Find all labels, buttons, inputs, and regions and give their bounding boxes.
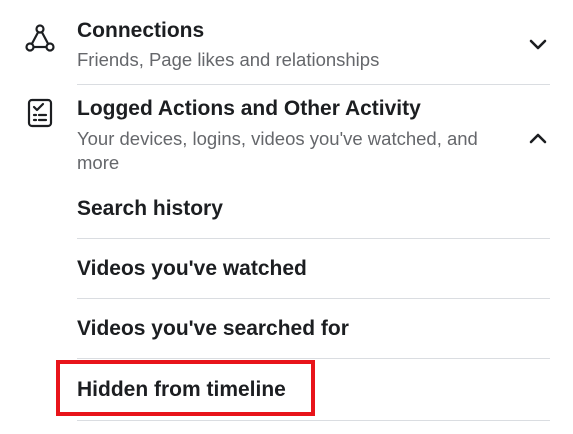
chevron-up-icon[interactable] — [528, 131, 548, 145]
list-item-search-history[interactable]: Search history — [0, 180, 573, 240]
checklist-icon — [27, 98, 53, 128]
chevron-down-icon[interactable] — [528, 38, 548, 52]
list-item-videos-searched[interactable]: Videos you've searched for — [0, 300, 573, 360]
connections-subtitle: Friends, Page likes and relationships — [77, 49, 380, 70]
divider — [77, 358, 550, 359]
divider — [77, 298, 550, 299]
divider — [77, 238, 550, 239]
logged-actions-subtitle: Your devices, logins, videos you've watc… — [77, 128, 478, 173]
logged-actions-section[interactable]: Logged Actions and Other Activity Your d… — [0, 85, 573, 180]
highlight-box — [56, 360, 315, 416]
list-item-videos-watched[interactable]: Videos you've watched — [0, 240, 573, 300]
connections-icon — [25, 24, 55, 52]
list-item-label: Videos you've watched — [77, 257, 307, 280]
list-item-label: Videos you've searched for — [77, 317, 349, 340]
connections-section[interactable]: Connections Friends, Page likes and rela… — [0, 0, 573, 84]
connections-title: Connections — [77, 19, 205, 42]
list-item-label: Search history — [77, 197, 223, 220]
logged-actions-title: Logged Actions and Other Activity — [77, 97, 421, 120]
divider — [77, 420, 550, 421]
